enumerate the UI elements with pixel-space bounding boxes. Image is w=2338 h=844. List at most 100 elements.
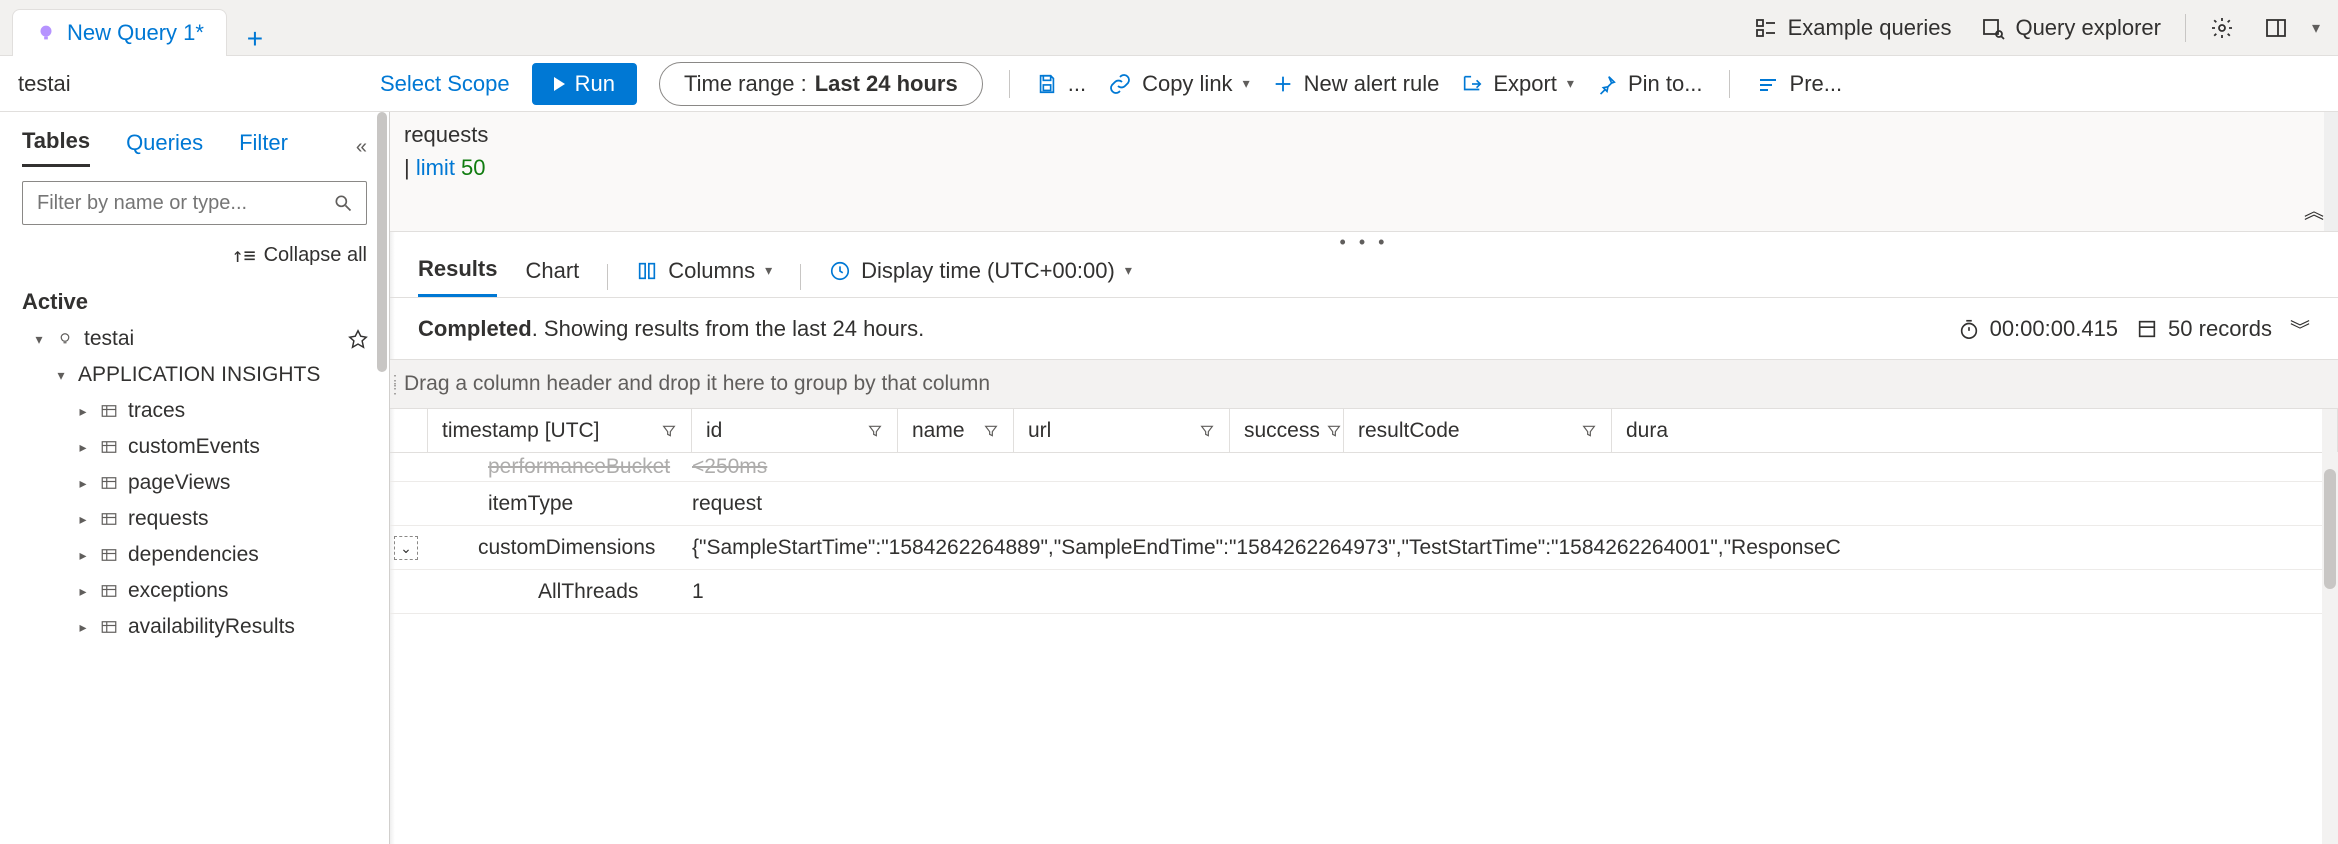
schema-filter-input[interactable] bbox=[22, 181, 367, 225]
records-icon bbox=[2136, 318, 2158, 340]
split-handle[interactable]: • • • bbox=[390, 232, 2338, 246]
copy-link-label: Copy link bbox=[1142, 71, 1232, 97]
query-tab-title: New Query 1* bbox=[67, 20, 204, 46]
search-icon bbox=[333, 193, 353, 213]
divider bbox=[1009, 70, 1010, 98]
columns-button[interactable]: Columns ▾ bbox=[636, 258, 772, 296]
settings-button[interactable] bbox=[2204, 12, 2240, 44]
divider bbox=[607, 264, 608, 290]
tree-item-customevents[interactable]: ▸ customEvents bbox=[10, 429, 375, 465]
tree-item-traces[interactable]: ▸ traces bbox=[10, 393, 375, 429]
filter-icon[interactable] bbox=[1581, 423, 1597, 439]
group-by-hint[interactable]: ⋮⋮ Drag a column header and drop it here… bbox=[390, 359, 2338, 409]
tree-item-label: exceptions bbox=[128, 579, 228, 603]
panel-button[interactable] bbox=[2258, 12, 2294, 44]
query-explorer-icon bbox=[1981, 16, 2005, 40]
tree-group[interactable]: ▾ APPLICATION INSIGHTS bbox=[10, 357, 375, 393]
row-expander[interactable]: ⌄ bbox=[394, 536, 418, 560]
display-time-button[interactable]: Display time (UTC+00:00) ▾ bbox=[829, 258, 1132, 296]
grid-header: timestamp [UTC] id name url success resu… bbox=[390, 409, 2338, 453]
query-tab[interactable]: New Query 1* bbox=[12, 9, 227, 56]
editor-scrollbar[interactable] bbox=[2324, 112, 2338, 231]
run-button[interactable]: Run bbox=[532, 63, 637, 105]
query-editor[interactable]: requests | limit 50 ︽ bbox=[390, 112, 2338, 232]
table-icon bbox=[100, 510, 118, 528]
save-button[interactable]: ... bbox=[1036, 71, 1086, 97]
select-scope-button[interactable]: Select Scope bbox=[380, 71, 510, 97]
pin-to-button[interactable]: Pin to... bbox=[1596, 71, 1703, 97]
col-success[interactable]: success bbox=[1230, 409, 1344, 452]
chevron-down-icon[interactable]: ▾ bbox=[2312, 18, 2320, 38]
tab-queries[interactable]: Queries bbox=[126, 130, 203, 166]
save-label: ... bbox=[1068, 71, 1086, 97]
tree-root[interactable]: ▾ testai bbox=[10, 321, 375, 357]
chevron-right-icon: ▸ bbox=[76, 475, 90, 492]
results-tabs: Results Chart Columns ▾ Display time (UT… bbox=[390, 246, 2338, 298]
chevron-down-icon: ▾ bbox=[1243, 75, 1250, 92]
scrollbar-thumb[interactable] bbox=[2324, 469, 2336, 589]
export-button[interactable]: Export ▾ bbox=[1461, 71, 1574, 97]
tree-item-exceptions[interactable]: ▸ exceptions bbox=[10, 573, 375, 609]
grid-body: performanceBucket <250ms itemType reques… bbox=[390, 453, 2338, 614]
tab-results[interactable]: Results bbox=[418, 256, 497, 297]
col-id[interactable]: id bbox=[692, 409, 898, 452]
new-alert-button[interactable]: New alert rule bbox=[1272, 71, 1440, 97]
detail-value: <250ms bbox=[692, 455, 767, 478]
filter-icon[interactable] bbox=[1326, 423, 1342, 439]
favorite-icon[interactable] bbox=[347, 328, 369, 350]
detail-row[interactable]: ⌄ customDimensions {"SampleStartTime":"1… bbox=[390, 526, 2338, 570]
col-url[interactable]: url bbox=[1014, 409, 1230, 452]
filter-icon[interactable] bbox=[661, 423, 677, 439]
tree-item-availability[interactable]: ▸ availabilityResults bbox=[10, 609, 375, 645]
filter-icon[interactable] bbox=[867, 423, 883, 439]
example-queries-icon bbox=[1754, 16, 1778, 40]
expand-down-icon[interactable]: ︾ bbox=[2290, 314, 2310, 343]
chevron-down-icon: ▾ bbox=[1567, 75, 1574, 92]
detail-row[interactable]: itemType request bbox=[390, 482, 2338, 526]
query-explorer-button[interactable]: Query explorer bbox=[1975, 11, 2167, 45]
grip-icon[interactable]: ⋮⋮ bbox=[388, 376, 402, 392]
filter-icon[interactable] bbox=[1199, 423, 1215, 439]
status-strong: Completed bbox=[418, 316, 532, 341]
filter-icon[interactable] bbox=[983, 423, 999, 439]
copy-link-button[interactable]: Copy link ▾ bbox=[1108, 71, 1250, 97]
example-queries-button[interactable]: Example queries bbox=[1748, 11, 1958, 45]
table-icon bbox=[100, 546, 118, 564]
scrollbar-thumb[interactable] bbox=[377, 112, 387, 372]
col-timestamp[interactable]: timestamp [UTC] bbox=[428, 409, 692, 452]
tree-item-dependencies[interactable]: ▸ dependencies bbox=[10, 537, 375, 573]
scope-name-label: testai bbox=[18, 71, 358, 97]
play-icon bbox=[554, 77, 565, 91]
time-range-pill[interactable]: Time range : Last 24 hours bbox=[659, 62, 983, 106]
preview-button[interactable]: Pre... bbox=[1756, 71, 1843, 97]
table-icon bbox=[100, 618, 118, 636]
collapse-editor-icon[interactable]: ︽ bbox=[2304, 197, 2324, 227]
active-heading: Active bbox=[0, 273, 389, 321]
detail-row[interactable]: performanceBucket <250ms bbox=[390, 453, 2338, 482]
chevron-down-icon: ▾ bbox=[32, 331, 46, 348]
col-resultcode[interactable]: resultCode bbox=[1344, 409, 1612, 452]
filter-row bbox=[0, 167, 389, 239]
detail-row[interactable]: AllThreads 1 bbox=[390, 570, 2338, 614]
tree-item-requests[interactable]: ▸ requests bbox=[10, 501, 375, 537]
tree-item-label: availabilityResults bbox=[128, 615, 295, 639]
tabbar-actions: Example queries Query explorer ▾ bbox=[1748, 0, 2338, 55]
chevron-down-icon: ▾ bbox=[765, 262, 772, 279]
tab-filter[interactable]: Filter bbox=[239, 130, 288, 166]
add-tab-button[interactable]: + bbox=[227, 23, 283, 55]
example-queries-label: Example queries bbox=[1788, 15, 1952, 41]
tree-item-pageviews[interactable]: ▸ pageViews bbox=[10, 465, 375, 501]
col-name[interactable]: name bbox=[898, 409, 1014, 452]
panel-icon bbox=[2264, 16, 2288, 40]
detail-key: itemType bbox=[488, 492, 573, 515]
tab-tables[interactable]: Tables bbox=[22, 128, 90, 167]
table-icon bbox=[100, 474, 118, 492]
divider bbox=[800, 264, 801, 290]
tree-item-label: traces bbox=[128, 399, 185, 423]
collapse-all-button[interactable]: ↑≡ Collapse all bbox=[0, 239, 389, 273]
records-badge: 50 records bbox=[2136, 316, 2272, 342]
collapse-pane-icon[interactable]: « bbox=[356, 136, 367, 159]
gear-icon bbox=[2210, 16, 2234, 40]
tab-chart[interactable]: Chart bbox=[525, 258, 579, 296]
col-duration[interactable]: dura bbox=[1612, 409, 2338, 452]
